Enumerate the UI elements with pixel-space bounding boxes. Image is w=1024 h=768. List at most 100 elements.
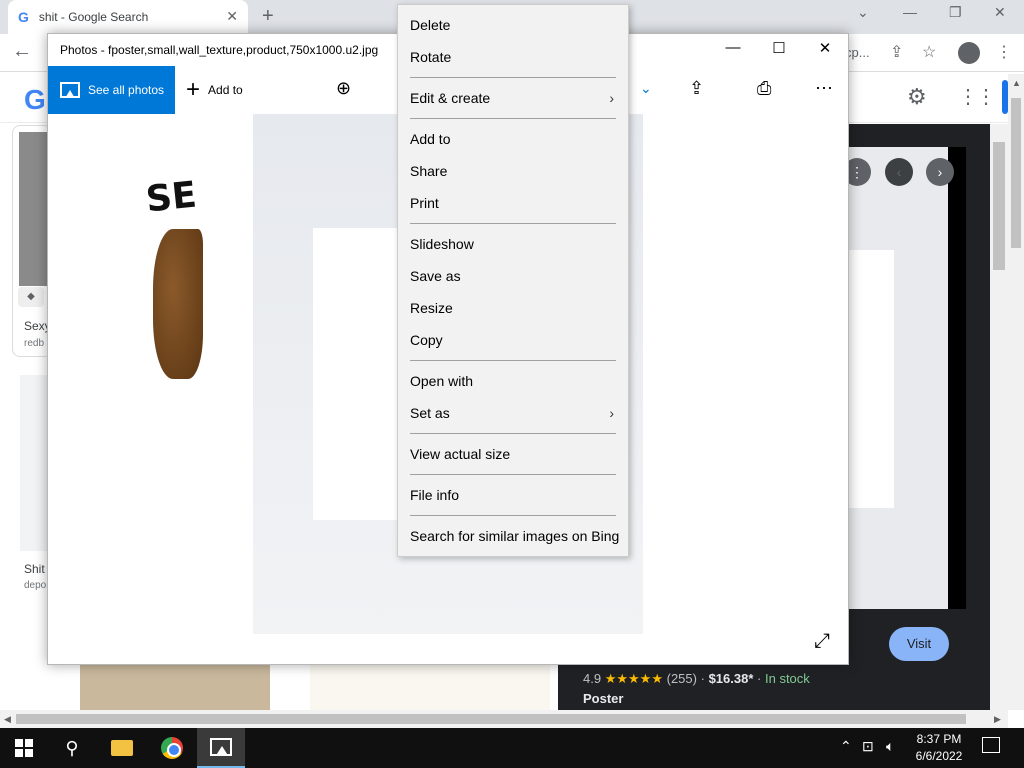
menu-separator bbox=[410, 360, 616, 361]
menu-separator bbox=[410, 77, 616, 78]
chrome-restore-icon[interactable]: ❐ bbox=[949, 4, 962, 21]
scroll-up-icon[interactable]: ▲ bbox=[1012, 78, 1021, 88]
preview-scrollbar[interactable] bbox=[990, 124, 1008, 712]
result-thumbnail[interactable] bbox=[80, 664, 270, 710]
windows-logo-icon bbox=[15, 739, 33, 757]
menu-item-label: Edit & create bbox=[410, 90, 491, 106]
scrollbar-thumb[interactable] bbox=[1011, 98, 1021, 248]
result-thumbnail[interactable] bbox=[20, 375, 48, 551]
zoom-icon[interactable]: ⊕ bbox=[336, 78, 351, 99]
chevron-right-icon: › bbox=[609, 405, 614, 421]
menu-item-file-info[interactable]: File info bbox=[398, 479, 628, 511]
poster-image bbox=[313, 228, 403, 520]
tab-search-icon[interactable]: ⌄ bbox=[857, 4, 869, 21]
result-title[interactable]: Shit bbox=[24, 562, 45, 576]
expand-icon[interactable]: ⤢ bbox=[814, 630, 830, 653]
search-icon: ⚲ bbox=[65, 737, 79, 758]
menu-item-set-as[interactable]: Set as › bbox=[398, 397, 628, 429]
menu-item-search-bing[interactable]: Search for similar images on Bing bbox=[398, 520, 628, 552]
menu-item-copy[interactable]: Copy bbox=[398, 324, 628, 356]
menu-item-rotate[interactable]: Rotate bbox=[398, 41, 628, 73]
photos-taskbar-button[interactable] bbox=[197, 728, 245, 768]
preview-edge bbox=[948, 147, 966, 609]
start-button[interactable] bbox=[0, 728, 48, 768]
separator-dot: · bbox=[757, 671, 762, 686]
plus-icon: + bbox=[186, 76, 201, 103]
separator-dot: · bbox=[700, 671, 705, 686]
add-to-button[interactable]: + Add to bbox=[186, 66, 243, 114]
scroll-left-icon[interactable]: ◀ bbox=[4, 714, 11, 725]
poster-graphic bbox=[153, 229, 203, 379]
settings-gear-icon[interactable]: ⚙ bbox=[907, 84, 927, 110]
chrome-menu-icon[interactable]: ⋮ bbox=[996, 42, 1012, 62]
scroll-right-icon[interactable]: ▶ bbox=[994, 714, 1001, 725]
clock-date: 6/6/2022 bbox=[915, 749, 963, 763]
price: $16.38* bbox=[708, 671, 754, 686]
chevron-down-icon[interactable]: ⌄ bbox=[640, 80, 652, 97]
share-icon[interactable]: ⇪ bbox=[689, 78, 704, 99]
browser-tab[interactable]: G shit - Google Search ✕ bbox=[8, 0, 248, 34]
minimize-icon[interactable]: — bbox=[710, 39, 756, 61]
taskbar-clock[interactable]: 8:37 PM 6/6/2022 bbox=[904, 731, 974, 765]
volume-icon[interactable]: 🔈︎ bbox=[886, 738, 894, 755]
menu-item-view-actual-size[interactable]: View actual size bbox=[398, 438, 628, 470]
visit-button[interactable]: Visit bbox=[889, 627, 949, 661]
result-source: redb bbox=[24, 338, 45, 349]
clock-time: 8:37 PM bbox=[916, 732, 962, 746]
tab-title: shit - Google Search bbox=[38, 10, 149, 24]
menu-separator bbox=[410, 433, 616, 434]
preview-poster bbox=[848, 250, 894, 508]
next-icon[interactable]: › bbox=[926, 158, 954, 186]
see-all-label: See all photos bbox=[88, 83, 165, 97]
previous-icon[interactable]: ‹ bbox=[885, 158, 913, 186]
maximize-icon[interactable]: ☐ bbox=[756, 39, 802, 61]
menu-item-share[interactable]: Share bbox=[398, 155, 628, 187]
file-explorer-button[interactable] bbox=[98, 728, 146, 768]
chrome-icon bbox=[161, 737, 183, 759]
menu-item-add-to[interactable]: Add to bbox=[398, 123, 628, 155]
close-icon[interactable]: ✕ bbox=[802, 39, 848, 61]
new-tab-icon[interactable]: + bbox=[262, 5, 274, 28]
result-thumbnail[interactable] bbox=[310, 664, 550, 710]
search-button[interactable]: ⚲ bbox=[48, 728, 96, 768]
see-all-photos-button[interactable]: See all photos bbox=[48, 66, 175, 114]
menu-item-edit-create[interactable]: Edit & create › bbox=[398, 82, 628, 114]
profile-avatar[interactable] bbox=[958, 42, 980, 64]
tag-icon: ◆ bbox=[18, 287, 44, 307]
menu-item-slideshow[interactable]: Slideshow bbox=[398, 228, 628, 260]
notifications-icon[interactable] bbox=[982, 737, 1000, 753]
chrome-minimize-icon[interactable]: — bbox=[903, 4, 917, 20]
page-scrollbar[interactable]: ▲ bbox=[1008, 74, 1024, 710]
stock-status: In stock bbox=[764, 671, 810, 686]
menu-item-delete[interactable]: Delete bbox=[398, 9, 628, 41]
menu-separator bbox=[410, 118, 616, 119]
chrome-taskbar-button[interactable] bbox=[148, 728, 196, 768]
network-icon[interactable]: ⊡ bbox=[862, 738, 874, 755]
scrollbar-thumb[interactable] bbox=[16, 714, 966, 724]
photos-icon bbox=[210, 738, 232, 756]
add-to-label: Add to bbox=[208, 83, 243, 97]
bookmark-star-icon[interactable]: ☆ bbox=[922, 42, 936, 62]
menu-item-save-as[interactable]: Save as bbox=[398, 260, 628, 292]
more-icon[interactable]: ⋯ bbox=[815, 78, 833, 99]
product-type: Poster bbox=[583, 691, 624, 706]
menu-separator bbox=[410, 223, 616, 224]
menu-item-label: Set as bbox=[410, 405, 450, 421]
context-menu: Delete Rotate Edit & create › Add to Sha… bbox=[397, 4, 629, 557]
back-arrow-icon[interactable]: ← bbox=[12, 40, 32, 63]
chrome-close-icon[interactable]: ✕ bbox=[994, 4, 1006, 21]
rating-value: 4.9 bbox=[583, 671, 602, 686]
google-logo[interactable]: G bbox=[24, 84, 46, 116]
result-source: depo bbox=[24, 580, 47, 591]
share-icon[interactable]: ⇪ bbox=[890, 42, 903, 62]
tab-close-icon[interactable]: ✕ bbox=[226, 8, 238, 25]
taskbar: ⚲ ⌃ ⊡ 🔈︎ 8:37 PM 6/6/2022 bbox=[0, 728, 1024, 768]
menu-item-resize[interactable]: Resize bbox=[398, 292, 628, 324]
folder-icon bbox=[111, 740, 133, 756]
menu-item-print[interactable]: Print bbox=[398, 187, 628, 219]
google-favicon-icon: G bbox=[18, 9, 29, 25]
menu-item-open-with[interactable]: Open with bbox=[398, 365, 628, 397]
print-icon[interactable]: ⎙ bbox=[757, 78, 771, 99]
tray-overflow-icon[interactable]: ⌃ bbox=[840, 738, 852, 755]
horizontal-scrollbar[interactable]: ◀ ▶ bbox=[0, 710, 1008, 728]
